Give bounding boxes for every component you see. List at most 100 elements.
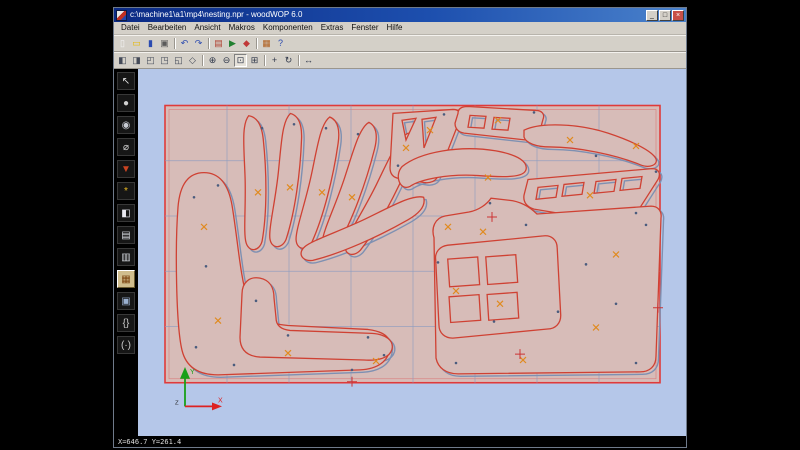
view-front-icon[interactable]: ◰ — [144, 54, 157, 67]
redraw-glyph: ↻ — [284, 55, 293, 65]
zoom-in-glyph: ⊕ — [208, 55, 217, 65]
nesting-tool-icon[interactable]: ▦ — [117, 270, 135, 288]
report-tool-icon[interactable]: ▥ — [117, 248, 135, 266]
window-layout-glyph: ◧ — [118, 55, 127, 65]
routing-tool-icon[interactable]: ⌀ — [117, 138, 135, 156]
pan-glyph: + — [271, 55, 278, 65]
title-bar[interactable]: c:\machine1\a1\mp4\nesting.npr - woodWOP… — [114, 8, 686, 22]
select-tool-glyph: ↖ — [121, 75, 131, 87]
help-icon[interactable]: ? — [274, 37, 287, 50]
save-file-icon[interactable]: ▮ — [144, 37, 157, 50]
nesting-tool-glyph: ▦ — [121, 273, 131, 285]
milling-tool-icon[interactable]: ▼ — [117, 160, 135, 178]
menu-item-extras[interactable]: Extras — [317, 22, 348, 34]
zoom-out-icon[interactable]: ⊖ — [220, 54, 233, 67]
menu-item-bearbeiten[interactable]: Bearbeiten — [144, 22, 191, 34]
zoom-fit-glyph: ⊞ — [250, 55, 259, 65]
view-side-icon[interactable]: ◳ — [158, 54, 171, 67]
nesting-glyph: ▦ — [262, 38, 271, 48]
window-split-icon[interactable]: ◨ — [130, 54, 143, 67]
undo-glyph: ↶ — [180, 38, 189, 48]
view-3d-icon[interactable]: ◇ — [186, 54, 199, 67]
menu-item-datei[interactable]: Datei — [117, 22, 144, 34]
comment-tool-glyph: (·) — [121, 339, 131, 351]
redo-icon[interactable]: ↷ — [192, 37, 205, 50]
app-icon — [116, 9, 127, 21]
zoom-in-icon[interactable]: ⊕ — [206, 54, 219, 67]
undo-icon[interactable]: ↶ — [178, 37, 191, 50]
comment-tool-icon[interactable]: (·) — [117, 336, 135, 354]
zoom-fit-icon[interactable]: ⊞ — [248, 54, 261, 67]
view-top-icon[interactable]: ◱ — [172, 54, 185, 67]
settings-gear-glyph: * — [124, 185, 128, 197]
drilling-tool-icon[interactable]: ● — [117, 94, 135, 112]
sawing-tool-icon[interactable]: ◉ — [117, 116, 135, 134]
measure-glyph: ↔ — [304, 55, 313, 65]
sawing-tool-glyph: ◉ — [121, 119, 131, 131]
print-icon[interactable]: ▣ — [158, 37, 171, 50]
menu-item-ansicht[interactable]: Ansicht — [190, 22, 224, 34]
toolbar-main: ▯ ▭ ▮ ▣ ↶ ↷ ▤ ▶ ◆ ▦? — [114, 35, 686, 52]
nesting-icon[interactable]: ▦ — [260, 37, 273, 50]
new-file-icon[interactable]: ▯ — [116, 37, 129, 50]
component-tool-icon[interactable]: ◧ — [117, 204, 135, 222]
save-file-glyph: ▮ — [148, 38, 153, 48]
menu-item-hilfe[interactable]: Hilfe — [382, 22, 406, 34]
settings-gear-icon[interactable]: * — [117, 182, 135, 200]
axis-z-label: Z — [175, 400, 179, 406]
mpr-editor-icon[interactable]: ▤ — [212, 37, 225, 50]
toolbar-separator — [256, 38, 257, 49]
app-body: ↖ ● ◉ ⌀ ▼ * ◧ ▤ ▥ ▦ ▣ {} (·) Y X Z — [114, 69, 686, 436]
zoom-window-icon[interactable]: ⊡ — [234, 54, 247, 67]
parts-list-tool-icon[interactable]: ▣ — [117, 292, 135, 310]
variables-tool-icon[interactable]: {} — [117, 314, 135, 332]
canvas-area: Y X Z — [138, 69, 686, 436]
machine-run-icon[interactable]: ◆ — [240, 37, 253, 50]
view-side-glyph: ◳ — [160, 55, 169, 65]
view-front-glyph: ◰ — [146, 55, 155, 65]
toolbar-separator — [202, 55, 203, 66]
close-button[interactable]: × — [672, 9, 684, 21]
redraw-icon[interactable]: ↻ — [282, 54, 295, 67]
window-title: c:\machine1\a1\mp4\nesting.npr - woodWOP… — [130, 10, 303, 19]
minimize-button[interactable]: _ — [646, 9, 658, 21]
status-bar: X=646.7 Y=261.4 — [114, 436, 686, 447]
nested-part[interactable] — [427, 229, 570, 345]
menu-item-makros[interactable]: Makros — [225, 22, 259, 34]
document-tool-icon[interactable]: ▤ — [117, 226, 135, 244]
menu-item-komponenten[interactable]: Komponenten — [259, 22, 317, 34]
view-top-glyph: ◱ — [174, 55, 183, 65]
window-controls: _ □ × — [646, 9, 684, 21]
select-tool-icon[interactable]: ↖ — [117, 72, 135, 90]
window-layout-icon[interactable]: ◧ — [116, 54, 129, 67]
nesting-canvas[interactable]: Y X Z — [138, 69, 686, 436]
menu-item-fenster[interactable]: Fenster — [347, 22, 382, 34]
zoom-window-glyph: ⊡ — [236, 55, 245, 65]
zoom-out-glyph: ⊖ — [222, 55, 231, 65]
window-split-glyph: ◨ — [132, 55, 141, 65]
document-tool-glyph: ▤ — [121, 229, 131, 241]
toolbar-separator — [174, 38, 175, 49]
toolbar-view: ◧ ◨ ◰ ◳ ◱ ◇ ⊕ ⊖ ⊡ ⊞ + ↻ ↔ — [114, 52, 686, 69]
simulation-icon[interactable]: ▶ — [226, 37, 239, 50]
milling-tool-glyph: ▼ — [121, 163, 131, 175]
drilling-tool-glyph: ● — [122, 97, 130, 109]
tool-sidebar: ↖ ● ◉ ⌀ ▼ * ◧ ▤ ▥ ▦ ▣ {} (·) — [114, 69, 138, 436]
view-3d-glyph: ◇ — [189, 55, 196, 65]
open-file-icon[interactable]: ▭ — [130, 37, 143, 50]
menu-bar: Datei Bearbeiten Ansicht Makros Komponenten E… — [114, 22, 686, 35]
parts-list-tool-glyph: ▣ — [121, 295, 131, 307]
maximize-button[interactable]: □ — [659, 9, 671, 21]
help-glyph: ? — [277, 38, 283, 48]
toolbar-separator — [264, 55, 265, 66]
print-glyph: ▣ — [160, 38, 169, 48]
report-tool-glyph: ▥ — [121, 251, 131, 263]
simulation-glyph: ▶ — [229, 38, 236, 48]
routing-tool-glyph: ⌀ — [122, 141, 130, 153]
toolbar-separator — [208, 38, 209, 49]
axis-y-label: Y — [190, 369, 195, 376]
measure-icon[interactable]: ↔ — [302, 54, 315, 67]
component-tool-glyph: ◧ — [121, 207, 131, 219]
pan-icon[interactable]: + — [268, 54, 281, 67]
mpr-editor-glyph: ▤ — [214, 38, 223, 48]
